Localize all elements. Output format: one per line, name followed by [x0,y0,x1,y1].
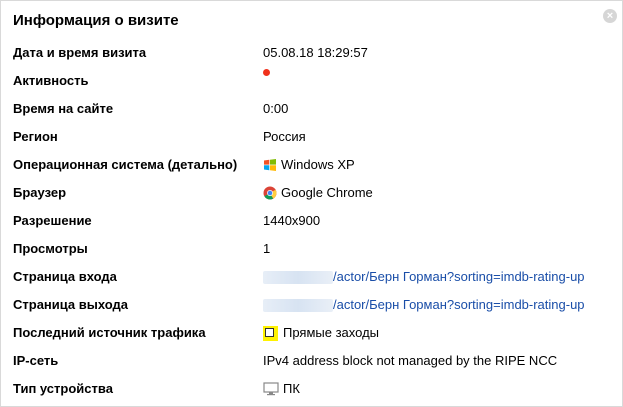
browser-name: Google Chrome [281,185,373,200]
row-label: Страница выхода [13,297,129,312]
device-type-name: ПК [283,381,300,396]
row-label: Время на сайте [13,101,114,116]
row-value: 0:00 [263,101,289,116]
row-value: Google Chrome [263,179,373,207]
row-value: /actor/Берн Горман?sorting=imdb-rating-u… [263,291,585,319]
row-value: Прямые заходы [263,319,379,347]
row-value: Россия [263,129,306,144]
chrome-icon [263,186,277,200]
row-label: Браузер [13,185,67,200]
row-exit-page: Страница выхода /actor/Берн Горман?sorti… [1,291,622,319]
row-browser: Браузер Google Chrome [1,179,622,207]
row-label: Последний источник трафика [13,325,206,340]
traffic-source-name: Прямые заходы [283,325,380,340]
row-entry-page: Страница входа /actor/Берн Горман?sortin… [1,263,622,291]
row-ip-network: IP-сеть IPv4 address block not managed b… [1,347,622,375]
os-name: Windows XP [281,157,355,172]
row-value: ПК [263,375,300,403]
row-value: 1 [263,241,271,256]
row-value: 05.08.18 18:29:57 [263,45,368,60]
row-label: Дата и время визита [13,45,147,60]
desktop-icon [263,382,279,396]
row-device-type: Тип устройства ПК [1,375,622,403]
row-label: Регион [13,129,58,144]
activity-dot-icon [263,69,270,76]
row-traffic-source: Последний источник трафика Прямые заходы [1,319,622,347]
windows-icon [264,159,276,171]
row-value: IPv4 address block not managed by the RI… [263,353,558,368]
row-value: Windows XP [263,151,355,179]
exit-page-link[interactable]: /actor/Берн Горман?sorting=imdb-rating-u… [333,291,585,319]
redacted-domain [263,298,333,312]
panel-title: Информация о визите [13,12,179,29]
row-region: Регион Россия [1,123,622,151]
row-time-on-site: Время на сайте 0:00 [1,95,622,123]
row-label: Активность [13,73,89,88]
row-activity: Активность [1,67,622,95]
row-label: Тип устройства [13,381,113,396]
entry-page-link[interactable]: /actor/Берн Горман?sorting=imdb-rating-u… [333,263,585,291]
row-value [263,67,270,76]
row-value: 1440x900 [263,213,321,228]
row-os: Операционная система (детально) Windows … [1,151,622,179]
row-label: Просмотры [13,241,88,256]
row-label: Страница входа [13,269,117,284]
row-visit-datetime: Дата и время визита 05.08.18 18:29:57 [1,39,622,67]
close-icon[interactable]: × [603,9,617,23]
redacted-domain [263,270,333,284]
visit-info-panel: Информация о визите × Дата и время визит… [0,0,623,407]
row-pageviews: Просмотры 1 [1,235,622,263]
row-label: IP-сеть [13,353,59,368]
row-value: /actor/Берн Горман?sorting=imdb-rating-u… [263,263,585,291]
traffic-source-icon [263,325,278,341]
row-label: Разрешение [13,213,92,228]
row-resolution: Разрешение 1440x900 [1,207,622,235]
row-label: Операционная система (детально) [13,157,238,172]
